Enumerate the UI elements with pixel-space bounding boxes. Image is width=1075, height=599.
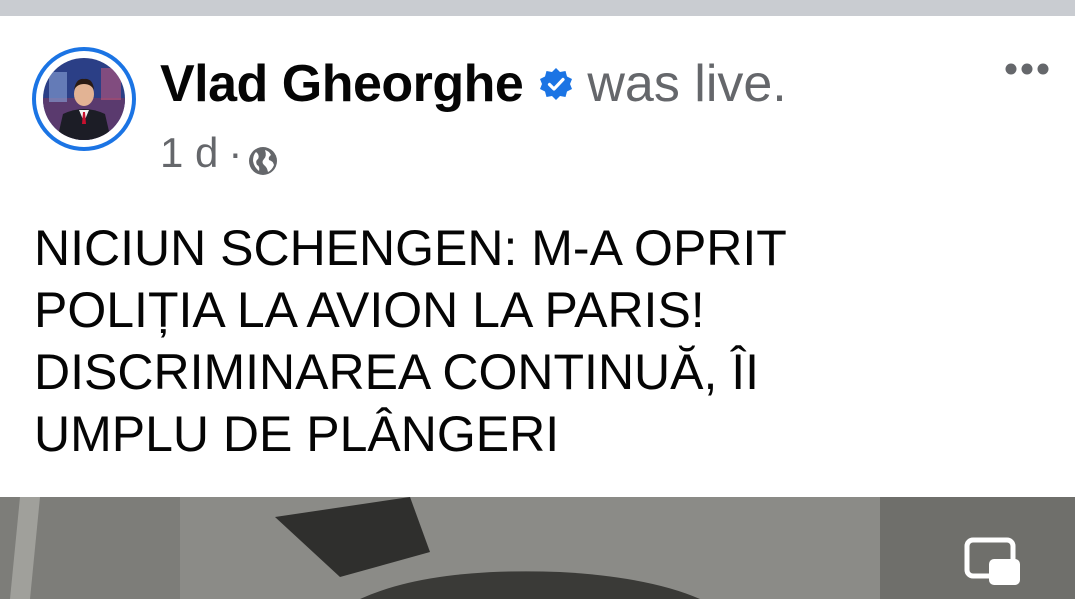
meta-separator: ·	[228, 129, 243, 176]
post-meta: 1 d ·	[160, 128, 278, 178]
avatar-photo	[43, 58, 125, 140]
author-name[interactable]: Vlad Gheorghe	[160, 54, 524, 114]
post-text: NICIUN SCHENGEN: M-A OPRIT POLIȚIA LA AV…	[34, 220, 787, 462]
post-action-text: was live.	[587, 55, 787, 113]
globe-icon[interactable]	[248, 138, 278, 175]
feed-divider	[0, 0, 1075, 16]
live-video-thumbnail[interactable]	[0, 497, 1075, 599]
more-options-icon[interactable]	[1004, 62, 1050, 76]
avatar-live-ring[interactable]	[32, 47, 136, 151]
video-frame	[0, 497, 1075, 599]
picture-in-picture-icon[interactable]	[964, 537, 1022, 587]
verified-badge-icon	[539, 67, 573, 101]
post-card: Vlad Gheorghe was live. 1 d · NICIUN SCH…	[0, 16, 1075, 599]
avatar[interactable]	[43, 58, 125, 140]
post-timestamp[interactable]: 1 d	[160, 129, 218, 177]
post-header: Vlad Gheorghe was live.	[160, 50, 787, 118]
